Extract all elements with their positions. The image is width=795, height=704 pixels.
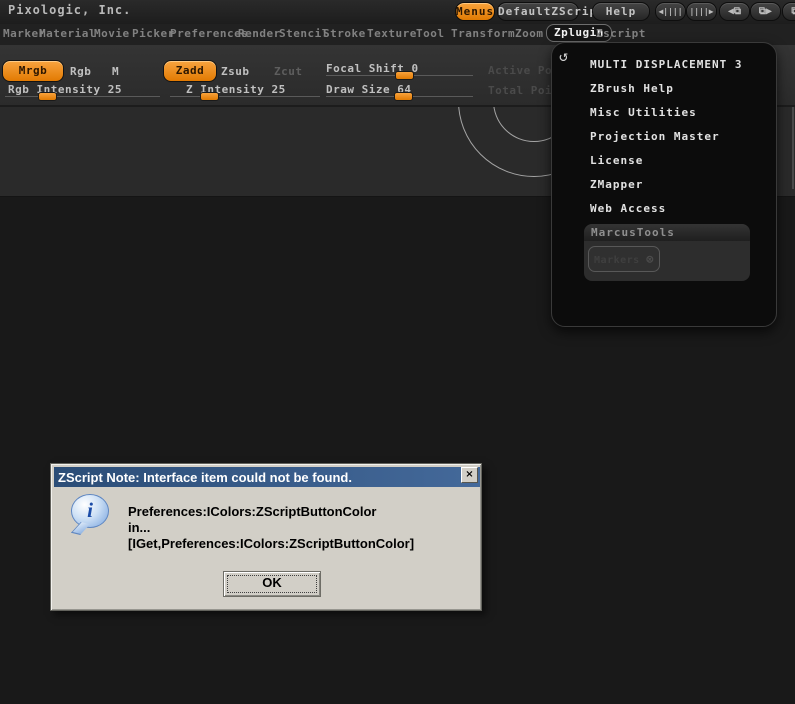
menu-item-projection-master[interactable]: Projection Master [552,125,776,149]
dialog-message-line1: Preferences:IColors:ZScriptButtonColor [128,504,414,520]
menu-movie[interactable]: Movie [94,27,130,40]
menu-item-multi-displacement[interactable]: MULTI DISPLACEMENT 3 [552,53,776,77]
circle-x-icon: ⊗ [646,252,654,266]
prev-document-icon[interactable]: ◀⧉ [719,2,750,21]
menu-item-license[interactable]: License [552,149,776,173]
scroll-left-icon[interactable]: ◀|||| [655,2,686,21]
z-intensity-slider-track[interactable] [170,96,320,97]
menus-button[interactable]: Menus [455,2,495,21]
menu-material[interactable]: Material [39,27,96,40]
zbrush-window: Pixologic, Inc. Menus DefaultZScript Hel… [0,0,795,704]
marcustools-section-body: Markers ⊗ [584,241,750,281]
menu-stroke[interactable]: Stroke [323,27,366,40]
dialog-message-line2: in... [128,520,414,536]
marcustools-section: MarcusTools Markers ⊗ [584,224,750,281]
menu-item-zbrush-help[interactable]: ZBrush Help [552,77,776,101]
rgb-intensity-slider-handle[interactable] [38,92,57,101]
dialog-message: Preferences:IColors:ZScriptButtonColor i… [128,504,414,552]
menu-item-web-access[interactable]: Web Access [552,197,776,221]
info-icon: i [71,494,109,528]
reload-icon[interactable]: ↺ [559,47,568,65]
menu-render[interactable]: Render [238,27,281,40]
menu-transform[interactable]: Transform [451,27,515,40]
menu-picker[interactable]: Picker [132,27,175,40]
titlebar: Pixologic, Inc. Menus DefaultZScript Hel… [0,0,795,24]
partial-document-icon[interactable]: ⧉ [782,2,795,21]
menu-item-misc-utilities[interactable]: Misc Utilities [552,101,776,125]
dialog-title: ZScript Note: Interface item could not b… [54,470,352,485]
menu-zscript[interactable]: Zscript [596,27,646,40]
zadd-button[interactable]: Zadd [163,60,217,82]
document-edge [792,105,794,189]
draw-size-slider-handle[interactable] [394,92,413,101]
markers-button-disabled[interactable]: Markers ⊗ [588,246,660,272]
marcustools-section-header[interactable]: MarcusTools [584,224,750,241]
scroll-right-icon[interactable]: ||||▶ [686,2,717,21]
menu-item-zmapper[interactable]: ZMapper [552,173,776,197]
zscript-note-dialog: ZScript Note: Interface item could not b… [50,463,482,611]
menu-stencil[interactable]: Stencil [279,27,329,40]
total-points-label: Total Poin [488,84,559,97]
rgb-intensity-slider-track[interactable] [5,96,160,97]
rgb-button[interactable]: Rgb [70,65,91,78]
default-zscript-button[interactable]: DefaultZScript [497,2,579,21]
close-icon[interactable]: × [461,467,478,483]
ok-button[interactable]: OK [223,571,321,597]
rgb-intensity-slider-label: Rgb Intensity 25 [8,83,122,96]
zcut-button[interactable]: Zcut [274,65,303,78]
z-intensity-slider-handle[interactable] [200,92,219,101]
focal-shift-slider-handle[interactable] [395,71,414,80]
mrgb-button[interactable]: Mrgb [2,60,64,82]
m-button[interactable]: M [112,65,119,78]
next-document-icon[interactable]: ⧉▶ [750,2,781,21]
app-title: Pixologic, Inc. [8,3,131,17]
dialog-message-line3: [IGet,Preferences:IColors:ZScriptButtonC… [128,536,414,552]
menu-preferences[interactable]: Preferences [170,27,248,40]
zplugin-dropdown-menu: ↺ MULTI DISPLACEMENT 3 ZBrush Help Misc … [551,42,777,327]
help-button[interactable]: Help [592,2,650,21]
menu-texture[interactable]: Texture [367,27,417,40]
menu-zoom[interactable]: Zoom [515,27,544,40]
menu-tool[interactable]: Tool [416,27,445,40]
zsub-button[interactable]: Zsub [221,65,250,78]
dialog-titlebar[interactable]: ZScript Note: Interface item could not b… [54,467,480,487]
